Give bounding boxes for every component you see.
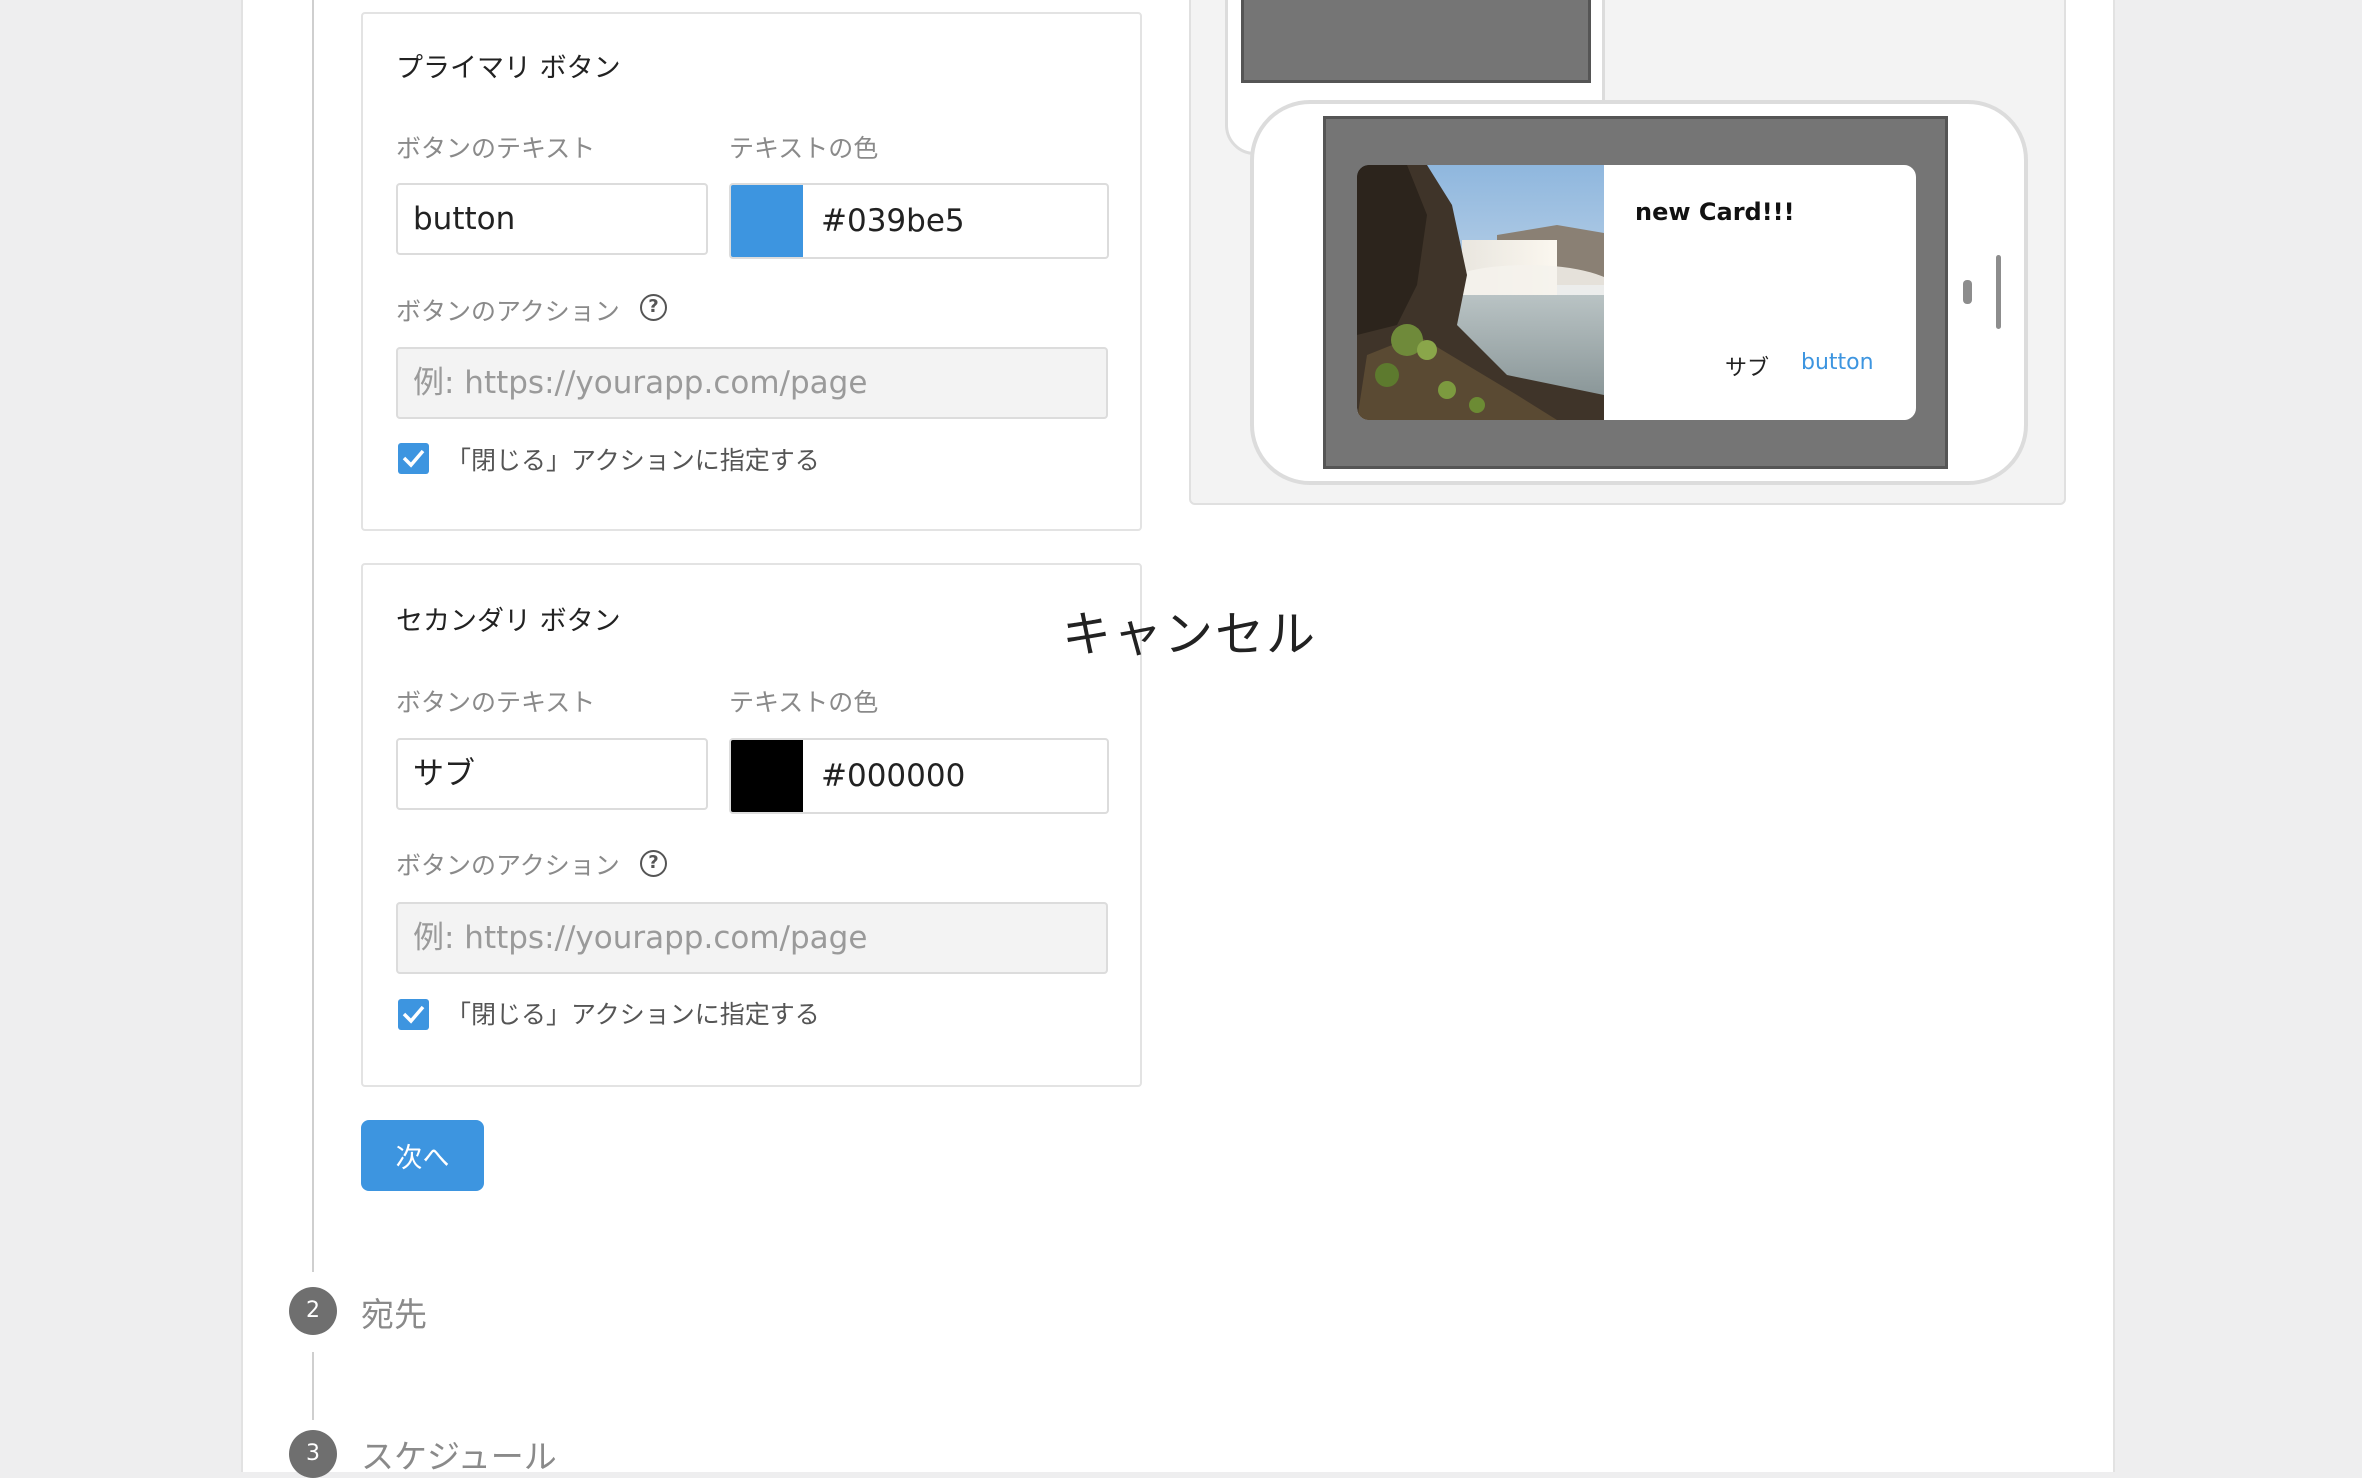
color-hex-input[interactable]: #000000 [821,740,965,812]
phone-side-button [1996,255,2001,329]
button-text-label: ボタンのテキスト [396,134,596,163]
card-primary-button[interactable]: button [1801,350,1874,375]
button-action-label: ボタンのアクション [396,297,620,326]
panel-title: プライマリ ボタン [396,53,621,84]
cancel-button[interactable]: キャンセル [1062,595,1317,666]
step-title-schedule[interactable]: スケジュール [361,1430,557,1478]
stepper-line-2 [312,1352,314,1420]
stepper-line-1 [312,0,314,1272]
step-number-3: 3 [289,1430,337,1478]
secondary-button-panel: セカンダリ ボタン ボタンのテキスト テキストの色 サブ #000000 ボタン… [361,563,1142,1087]
checkmark-icon [402,1005,425,1024]
button-text-input[interactable]: サブ [396,738,708,810]
close-action-checkbox[interactable] [398,443,429,474]
button-action-label: ボタンのアクション [396,851,620,880]
card-image-waterfall [1357,165,1604,420]
color-swatch[interactable] [731,740,803,812]
phone-home-button [1963,280,1972,304]
primary-button-panel: プライマリ ボタン ボタンのテキスト テキストの色 button #039be5… [361,12,1142,531]
button-text-label: ボタンのテキスト [396,688,596,717]
preview-card: new Card!!! サブ button [1357,165,1916,420]
button-text-input[interactable]: button [396,183,708,255]
card-secondary-button[interactable]: サブ [1725,350,1769,382]
button-action-input[interactable]: 例: https://yourapp.com/page [396,902,1108,974]
checkmark-icon [402,449,425,468]
close-action-checkbox[interactable] [398,999,429,1030]
text-color-field[interactable]: #039be5 [729,183,1109,259]
step-title-recipients[interactable]: 宛先 [361,1288,427,1336]
close-action-label: 「閉じる」アクションに指定する [446,1000,820,1029]
phone-portrait-screen [1241,0,1591,83]
close-action-label: 「閉じる」アクションに指定する [446,446,820,475]
text-color-label: テキストの色 [729,688,879,717]
color-hex-input[interactable]: #039be5 [821,185,965,257]
next-button[interactable]: 次へ [361,1120,484,1191]
button-action-input[interactable]: 例: https://yourapp.com/page [396,347,1108,419]
help-icon[interactable]: ? [640,294,667,321]
help-icon[interactable]: ? [640,850,667,877]
card-title: new Card!!! [1635,198,1795,226]
step-number-2: 2 [289,1287,337,1335]
text-color-field[interactable]: #000000 [729,738,1109,814]
color-swatch[interactable] [731,185,803,257]
text-color-label: テキストの色 [729,134,879,163]
panel-title: セカンダリ ボタン [396,606,621,637]
